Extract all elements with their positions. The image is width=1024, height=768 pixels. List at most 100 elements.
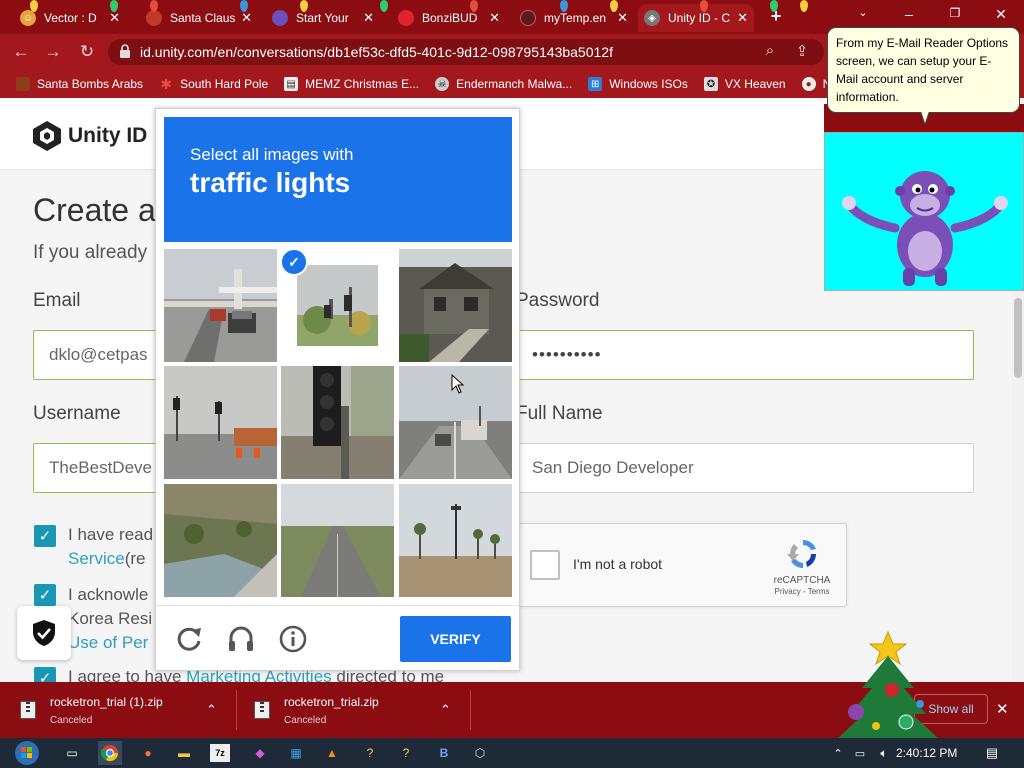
windows-start-icon bbox=[15, 741, 39, 765]
consent-line: I have read bbox=[68, 525, 154, 544]
fullname-field[interactable]: San Diego Developer bbox=[516, 443, 974, 493]
bookmark-windows-isos[interactable]: ⊞ Windows ISOs bbox=[588, 77, 688, 91]
close-tab-icon[interactable]: ✕ bbox=[617, 10, 628, 26]
minimize-button[interactable]: – bbox=[898, 6, 920, 22]
back-arrow-icon[interactable]: ← bbox=[10, 42, 32, 62]
close-tab-icon[interactable]: ✕ bbox=[109, 10, 120, 26]
windows-store-icon[interactable]: ▦ bbox=[284, 741, 308, 765]
security-shield-button[interactable] bbox=[17, 606, 71, 660]
close-tab-icon[interactable]: ✕ bbox=[737, 10, 748, 26]
close-tab-icon[interactable]: ✕ bbox=[241, 10, 252, 26]
tab-bonzibuddy[interactable]: BonziBUD ✕ bbox=[392, 4, 506, 32]
chevron-up-icon[interactable]: ⌃ bbox=[440, 702, 451, 718]
marketing-checkbox[interactable]: ✓ bbox=[34, 667, 56, 682]
recaptcha-widget: I'm not a robot reCAPTCHA Privacy - Term… bbox=[518, 523, 847, 607]
network-icon[interactable]: ▭ bbox=[848, 741, 872, 765]
house-image bbox=[399, 249, 512, 362]
chrome-taskbar-icon[interactable] bbox=[98, 741, 122, 765]
bookmark-endermanch[interactable]: ☠ Endermanch Malwa... bbox=[435, 77, 572, 91]
bonzibuddy-gorilla-icon[interactable] bbox=[825, 133, 1024, 292]
hex-app-icon[interactable]: ⬡ bbox=[468, 741, 492, 765]
privacy-consent-text: I acknowle Korea Resi Use of Per bbox=[68, 583, 152, 655]
empty-road-image bbox=[281, 484, 394, 597]
chevron-up-icon[interactable]: ⌃ bbox=[206, 702, 217, 718]
bonzibuddy-window bbox=[824, 132, 1024, 291]
volume-icon[interactable]: 🔈︎ bbox=[872, 741, 896, 765]
highway-image bbox=[164, 249, 277, 362]
download-item[interactable]: rocketron_trial (1).zip Canceled ⌃ bbox=[20, 682, 234, 738]
traffic-light-image bbox=[297, 265, 378, 346]
verify-button[interactable]: VERIFY bbox=[400, 616, 511, 662]
bookmark-label: Windows ISOs bbox=[609, 77, 688, 91]
challenge-tile[interactable] bbox=[164, 249, 277, 362]
audio-challenge-headphones-icon[interactable] bbox=[226, 624, 256, 654]
recaptcha-logo-icon bbox=[787, 540, 816, 568]
terms-of-service-link[interactable]: Service bbox=[68, 549, 125, 568]
restore-button[interactable]: ❐ bbox=[944, 6, 966, 20]
firefox-icon[interactable]: ● bbox=[136, 741, 160, 765]
share-icon[interactable]: ⇪ bbox=[791, 42, 813, 60]
unity-logo[interactable]: Unity ID bbox=[32, 120, 147, 152]
terms-checkbox[interactable]: ✓ bbox=[34, 525, 56, 547]
password-field[interactable]: •••••••••• bbox=[516, 330, 974, 380]
download-item[interactable]: rocketron_trial.zip Canceled ⌃ bbox=[254, 682, 468, 738]
challenge-tile[interactable] bbox=[281, 366, 394, 479]
help-file-icon[interactable]: ? bbox=[394, 741, 418, 765]
tab-vector[interactable]: ☺ Vector : D ✕ bbox=[14, 4, 126, 32]
bookmark-santa-bombs[interactable]: Santa Bombs Arabs bbox=[16, 77, 143, 91]
tab-favicon-icon: ☺ bbox=[20, 10, 36, 26]
tab-search-chevron-icon[interactable]: ⌄ bbox=[852, 6, 874, 19]
intersection-image bbox=[164, 366, 277, 479]
close-download-shelf-icon[interactable]: ✕ bbox=[996, 700, 1009, 718]
challenge-tile[interactable] bbox=[164, 366, 277, 479]
use-of-personal-info-link[interactable]: Use of Per bbox=[68, 631, 152, 655]
taskbar-clock[interactable]: 2:40:12 PM bbox=[896, 746, 957, 760]
tab-santa-claus[interactable]: Santa Claus ✕ bbox=[140, 4, 258, 32]
palm-trees-image bbox=[399, 484, 512, 597]
bookmark-south-hard-pole[interactable]: ✱ South Hard Pole bbox=[159, 76, 268, 92]
scrollbar-thumb[interactable] bbox=[1014, 298, 1022, 378]
notifications-icon[interactable]: ▤ bbox=[980, 741, 1004, 765]
tab-title: BonziBUD bbox=[422, 11, 478, 25]
reload-icon[interactable]: ↻ bbox=[76, 42, 98, 62]
challenge-tile[interactable] bbox=[164, 484, 277, 597]
terms-consent-text: I have read Service(re bbox=[68, 523, 153, 571]
vx-heaven-icon: ✪ bbox=[703, 77, 718, 91]
file-explorer-icon[interactable]: ▬ bbox=[172, 741, 196, 765]
close-tab-icon[interactable]: ✕ bbox=[489, 10, 500, 26]
close-window-button[interactable]: ✕ bbox=[990, 6, 1012, 23]
privacy-checkbox[interactable]: ✓ bbox=[34, 584, 56, 606]
bonzi-app-icon[interactable]: B bbox=[432, 741, 456, 765]
tab-favicon-icon bbox=[272, 10, 288, 26]
task-view-icon[interactable]: ▭ bbox=[60, 741, 84, 765]
recaptcha-terms-link[interactable]: Privacy - Terms bbox=[767, 587, 837, 596]
recaptcha-checkbox[interactable] bbox=[530, 550, 560, 580]
help-file-icon[interactable]: ? bbox=[358, 741, 382, 765]
app-icon[interactable]: ◆ bbox=[248, 741, 272, 765]
challenge-tile[interactable] bbox=[399, 484, 512, 597]
download-status: Canceled bbox=[284, 714, 327, 726]
info-icon[interactable] bbox=[278, 624, 308, 654]
7zip-icon[interactable]: 7z bbox=[210, 744, 230, 762]
bookmark-memz[interactable]: ▤ MEMZ Christmas E... bbox=[284, 77, 419, 91]
speech-bubble-tail-fill bbox=[921, 111, 929, 123]
vlc-icon[interactable]: ▲ bbox=[320, 741, 344, 765]
challenge-tile[interactable] bbox=[399, 249, 512, 362]
challenge-tile-selected[interactable]: ✓ bbox=[281, 249, 394, 362]
reload-challenge-icon[interactable] bbox=[174, 624, 204, 654]
tab-mytemp[interactable]: myTemp.en ✕ bbox=[514, 4, 634, 32]
bookmark-vx-heaven[interactable]: ✪ VX Heaven bbox=[703, 77, 786, 91]
address-bar[interactable]: id.unity.com/en/conversations/db1ef53c-d… bbox=[108, 39, 824, 65]
close-tab-icon[interactable]: ✕ bbox=[363, 10, 374, 26]
challenge-tile[interactable] bbox=[281, 484, 394, 597]
tab-unity-id[interactable]: ◈ Unity ID - C ✕ bbox=[638, 4, 754, 32]
new-tab-button[interactable]: + bbox=[765, 6, 787, 27]
zoom-icon[interactable]: ⌕ bbox=[759, 42, 781, 59]
start-button[interactable] bbox=[10, 739, 44, 767]
show-hidden-icons-chevron-icon[interactable]: ⌃ bbox=[826, 741, 850, 765]
consent-line-rest: (re bbox=[124, 549, 146, 568]
download-filename: rocketron_trial.zip bbox=[284, 694, 379, 709]
download-filename: rocketron_trial (1).zip bbox=[50, 694, 163, 709]
forward-arrow-icon[interactable]: → bbox=[42, 42, 64, 62]
tab-start-your[interactable]: Start Your ✕ bbox=[266, 4, 380, 32]
